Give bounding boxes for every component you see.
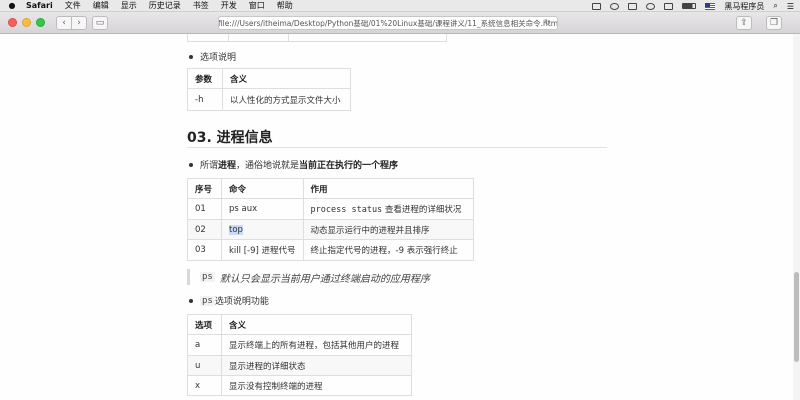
table-row: -h 以人性化的方式显示文件大小	[187, 88, 351, 111]
table-cell: u	[187, 355, 222, 376]
ps-table-header-1: 含义	[221, 314, 412, 335]
process-command-table: 序号 命令 作用 01 ps aux process status 查看进程的详…	[187, 178, 474, 261]
chevron-right-icon: ›	[77, 18, 81, 28]
table-cell: 动态显示运行中的进程并且排序	[302, 219, 474, 240]
chevron-left-icon: ‹	[62, 18, 66, 28]
show-tabs-button[interactable]: ❐	[766, 16, 782, 30]
ps-options-table: 选项 含义 a 显示终端上的所有进程，包括其他用户的进程 u 显示进程的详细状态…	[187, 314, 412, 396]
menu-history[interactable]: 历史记录	[149, 0, 181, 11]
cmd-table-header-0: 序号	[187, 178, 222, 199]
input-source-flag-icon[interactable]	[705, 2, 716, 10]
menu-view[interactable]: 显示	[121, 0, 137, 11]
tabs-icon: ❐	[769, 18, 779, 28]
table-cell: 显示进程的详细状态	[221, 355, 412, 376]
table-cell: 以人性化的方式显示文件大小	[222, 88, 351, 111]
table-cell: ps aux	[221, 198, 304, 220]
menu-bar-status-area: 黑马程序员 ⌕ ☰	[592, 0, 794, 12]
option-heading: 选项说明	[189, 50, 236, 63]
menu-bookmarks[interactable]: 书签	[193, 0, 209, 11]
table-cell: 显示终端上的所有进程，包括其他用户的进程	[221, 334, 412, 356]
ps-options-heading: ps 选项说明功能	[189, 294, 269, 307]
cut-off-table-remnant	[187, 34, 447, 42]
user-name[interactable]: 黑马程序员	[724, 1, 764, 12]
address-bar[interactable]: file:///Users/itheima/Desktop/Python基础/0…	[218, 16, 558, 30]
cmd-table-header-2: 作用	[302, 178, 474, 199]
back-button[interactable]: ‹	[56, 16, 72, 30]
share-icon: ⇪	[740, 18, 748, 28]
ps-note-blockquote: ps 默认只会显示当前用户通过终端启动的应用程序	[187, 269, 487, 285]
menu-help[interactable]: 帮助	[277, 0, 293, 11]
menu-app-safari[interactable]: Safari	[26, 1, 53, 10]
param-table-header-0: 参数	[187, 68, 223, 89]
table-cell: kill [-9] 进程代号	[221, 239, 304, 261]
reload-icon[interactable]: ↻	[544, 18, 551, 27]
table-cell: x	[187, 375, 222, 396]
inline-code: ps	[200, 295, 215, 306]
table-cell: top	[221, 219, 304, 240]
menu-window[interactable]: 窗口	[249, 0, 265, 11]
browser-toolbar: ‹ › ▭ file:///Users/itheima/Desktop/Pyth…	[0, 12, 800, 34]
wifi-icon[interactable]	[646, 2, 656, 10]
table-cell: 终止指定代号的进程，-9 表示强行终止	[302, 239, 474, 261]
table-row: u 显示进程的详细状态	[187, 355, 412, 376]
term-process: 进程	[218, 161, 237, 171]
table-row: a 显示终端上的所有进程，包括其他用户的进程	[187, 334, 412, 356]
apple-menu-icon[interactable]: ●	[6, 1, 18, 10]
volume-icon[interactable]	[664, 2, 674, 10]
scrollbar-thumb[interactable]	[794, 272, 799, 362]
param-table: 参数 含义 -h 以人性化的方式显示文件大小	[187, 68, 351, 111]
param-table-header-1: 含义	[222, 68, 351, 89]
section-divider	[187, 147, 607, 148]
battery-icon[interactable]	[682, 3, 697, 9]
window-maximize-button[interactable]	[36, 18, 45, 27]
window-close-button[interactable]	[8, 18, 17, 27]
inline-code: ps	[200, 272, 215, 282]
sidebar-icon: ▭	[95, 18, 105, 28]
search-icon[interactable]: ⌕	[773, 1, 777, 11]
cmd-table-header-1: 命令	[221, 178, 304, 199]
sidebar-toggle-button[interactable]: ▭	[92, 16, 108, 30]
table-row: 03 kill [-9] 进程代号 终止指定代号的进程，-9 表示强行终止	[187, 239, 474, 261]
table-cell: 显示没有控制终端的进程	[221, 375, 412, 396]
section-title: 03. 进程信息	[187, 130, 273, 146]
address-text: file:///Users/itheima/Desktop/Python基础/0…	[218, 18, 558, 28]
menu-file[interactable]: 文件	[65, 0, 81, 11]
table-cell: 01	[187, 198, 222, 220]
macos-menu-bar: ● Safari 文件 编辑 显示 历史记录 书签 开发 窗口 帮助 黑马程序员…	[0, 0, 800, 12]
table-cell: 03	[187, 239, 222, 261]
table-cell: a	[187, 334, 222, 356]
menu-develop[interactable]: 开发	[221, 0, 237, 11]
menu-edit[interactable]: 编辑	[93, 0, 109, 11]
process-intro: 所谓 进程 ，通俗地说就是 当前正在执行的一个程序	[189, 158, 398, 171]
menu-list-icon[interactable]: ☰	[787, 2, 794, 11]
share-button[interactable]: ⇪	[736, 16, 752, 30]
ps-table-header-0: 选项	[187, 314, 222, 335]
table-cell: process status 查看进程的详细状况	[302, 198, 474, 220]
forward-button[interactable]: ›	[71, 16, 87, 30]
time-machine-icon[interactable]	[610, 2, 620, 10]
table-row: x 显示没有控制终端的进程	[187, 375, 412, 396]
table-row: 02 top 动态显示运行中的进程并且排序	[187, 219, 474, 240]
selected-text: top	[229, 224, 243, 235]
bluetooth-icon[interactable]	[628, 2, 638, 10]
screen-record-icon[interactable]	[592, 2, 602, 10]
table-cell: 02	[187, 219, 222, 240]
table-row: 01 ps aux process status 查看进程的详细状况	[187, 198, 474, 220]
table-cell: -h	[187, 88, 223, 111]
term-running-program: 当前正在执行的一个程序	[299, 161, 399, 171]
window-minimize-button[interactable]	[22, 18, 31, 27]
